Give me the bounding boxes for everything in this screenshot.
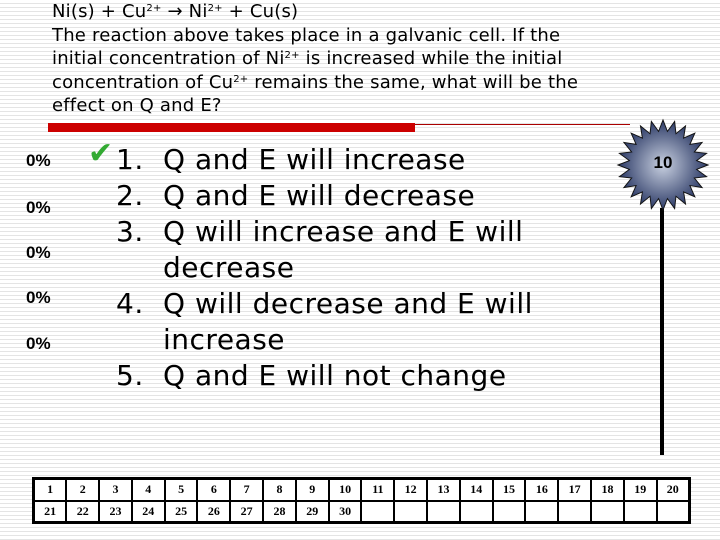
grid-cell: 8 [262,477,297,502]
grid-cell: 19 [622,477,658,502]
grid-cell: 6 [196,477,232,502]
participant-grid: 1 2 3 4 5 6 7 8 9 10 11 12 13 14 15 16 17 18 19 20 21 22 23 24 2… [32,477,691,524]
percent-3: 0% [26,243,51,262]
grid-cell: 27 [229,499,265,524]
grid-cell: 17 [557,477,593,502]
grid-cell: 13 [426,477,461,502]
grid-cell [458,499,494,524]
grid-cell [590,499,625,524]
grid-cell: 7 [229,477,265,502]
grid-cell: 24 [130,499,166,524]
question-line: effect on Q and E? [52,95,222,116]
grid-cell: 25 [163,499,199,524]
grid-cell: 20 [655,477,691,502]
grid-cell: 4 [130,477,166,502]
grid-cell: 26 [196,499,232,524]
grid-cell: 3 [98,477,133,502]
grid-cell: 12 [393,477,429,502]
grid-cell: 11 [360,477,396,502]
percent-5: 0% [26,334,51,353]
answer-option-2[interactable]: 2. Q and E will decrease [116,178,583,214]
grid-cell: 23 [98,499,133,524]
question-line: The reaction above takes place in a galv… [52,24,561,46]
grid-cell: 16 [524,477,560,502]
grid-cell: 14 [458,477,494,502]
grid-cell: 22 [65,499,101,524]
grid-cell [360,499,396,524]
check-icon: ✔ [88,136,114,171]
grid-cell: 18 [590,477,625,502]
answer-option-3[interactable]: 3. Q will increase and E will decrease [116,214,583,286]
percent-4: 0% [26,288,51,307]
grid-cell: 21 [32,499,68,524]
grid-row: 1 2 3 4 5 6 7 8 9 10 11 12 13 14 15 16 17 18 19 20 [32,477,691,502]
answer-option-5[interactable]: 5. Q and E will not change [116,358,583,394]
grid-cell: 28 [262,499,297,524]
grid-cell [622,499,658,524]
grid-cell: 5 [163,477,199,502]
grid-row: 21 22 23 24 25 26 27 28 29 30 [32,499,691,524]
answer-option-4[interactable]: 4. Q will decrease and E will increase [116,286,583,358]
grid-cell: 29 [294,499,330,524]
grid-cell [393,499,429,524]
answer-option-1[interactable]: 1. Q and E will increase [116,142,583,178]
answer-list: 1. Q and E will increase 2. Q and E will d… [116,142,583,394]
grid-cell [491,499,527,524]
percent-2: 0% [26,198,51,217]
question-line: concentration of Cu2+ remains the same, … [52,71,579,93]
grid-cell [524,499,560,524]
grid-cell [655,499,691,524]
grid-cell: 1 [32,477,68,502]
question-line: initial concentration of Ni2+ is increas… [52,48,563,69]
equation: Ni(s) + Cu2+ → Ni2+ + Cu(s) [52,1,299,22]
grid-cell: 15 [491,477,527,502]
timer-pole [660,208,664,455]
accent-line [415,124,630,125]
grid-cell: 2 [65,477,101,502]
grid-cell: 30 [327,499,363,524]
grid-cell [426,499,461,524]
grid-cell: 9 [294,477,330,502]
grid-cell: 10 [327,477,363,502]
grid-cell [557,499,593,524]
question-text: Ni(s) + Cu2+ → Ni2+ + Cu(s) The reaction… [52,0,652,118]
percent-1: 0% [26,151,51,170]
accent-bar [48,123,415,132]
countdown-value: 10 [653,153,673,172]
